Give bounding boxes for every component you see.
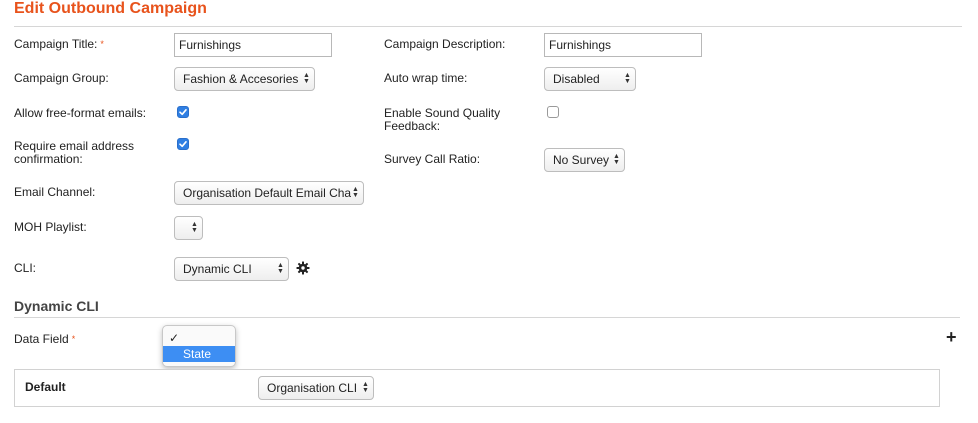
select-arrows-icon: ▲ ▼ [623,68,632,90]
email-confirmation-label-line2: confirmation: [14,152,83,166]
select-arrows-icon: ▲ ▼ [276,258,285,280]
dropdown-option-state[interactable]: State [163,346,235,362]
page-title: Edit Outbound Campaign [14,0,207,17]
select-arrows-icon: ▲ ▼ [351,182,360,204]
campaign-title-input[interactable] [174,33,332,57]
email-confirmation-checkbox[interactable] [177,138,189,150]
campaign-description-label: Campaign Description: [384,37,506,51]
auto-wrap-time-value: Disabled [553,72,600,86]
default-label: Default [25,380,66,394]
free-format-emails-label: Allow free-format emails: [14,106,147,120]
gear-icon[interactable] [296,261,310,275]
campaign-group-value: Fashion & Accesories [183,72,299,86]
campaign-group-select[interactable]: Fashion & Accesories ▲ ▼ [174,67,315,91]
cli-select[interactable]: Dynamic CLI ▲ ▼ [174,257,289,281]
auto-wrap-time-label: Auto wrap time: [384,71,468,85]
title-divider [14,26,962,27]
cli-value: Dynamic CLI [183,262,252,276]
cli-label: CLI: [14,261,37,275]
section-divider [14,317,960,318]
data-field-dropdown[interactable]: ✓ State [162,325,236,367]
campaign-group-label: Campaign Group: [14,71,109,85]
required-marker: * [71,334,76,344]
auto-wrap-time-select[interactable]: Disabled ▲ ▼ [544,67,636,91]
survey-call-ratio-select[interactable]: No Survey ▲ ▼ [544,148,625,172]
survey-call-ratio-label: Survey Call Ratio: [384,152,481,166]
default-cli-select[interactable]: Organisation CLI ▲ ▼ [258,376,374,400]
email-channel-label: Email Channel: [14,185,96,199]
email-channel-value: Organisation Default Email Cha [183,186,352,200]
select-arrows-icon: ▲ ▼ [190,217,199,239]
free-format-emails-checkbox[interactable] [177,106,189,118]
checkmark-icon [179,141,187,148]
campaign-title-label: Campaign Title: * [14,37,104,51]
email-channel-select[interactable]: Organisation Default Email Cha ▲ ▼ [174,181,364,205]
data-field-label: Data Field * [14,332,76,346]
email-confirmation-label: Require email address confirmation: [14,140,134,166]
sound-quality-label-line2: Feedback: [384,119,441,133]
default-cli-value: Organisation CLI [267,381,358,395]
sound-quality-feedback-label: Enable Sound Quality Feedback: [384,107,500,133]
sound-quality-feedback-checkbox[interactable] [547,106,559,118]
dropdown-option-empty[interactable]: ✓ [163,330,235,346]
default-cli-panel: Default Organisation CLI ▲ ▼ [14,369,940,407]
required-marker: * [100,39,104,49]
plus-icon[interactable]: + [946,328,957,346]
checkmark-icon: ✓ [169,331,180,345]
checkmark-icon [179,109,187,116]
dynamic-cli-heading: Dynamic CLI [14,298,99,314]
select-arrows-icon: ▲ ▼ [302,68,311,90]
moh-playlist-label: MOH Playlist: [14,220,87,234]
select-arrows-icon: ▲ ▼ [361,377,370,399]
select-arrows-icon: ▲ ▼ [612,149,621,171]
moh-playlist-select[interactable]: ▲ ▼ [174,216,203,240]
campaign-description-input[interactable] [544,33,702,57]
survey-call-ratio-value: No Survey [553,153,610,167]
option-label: State [183,347,212,361]
